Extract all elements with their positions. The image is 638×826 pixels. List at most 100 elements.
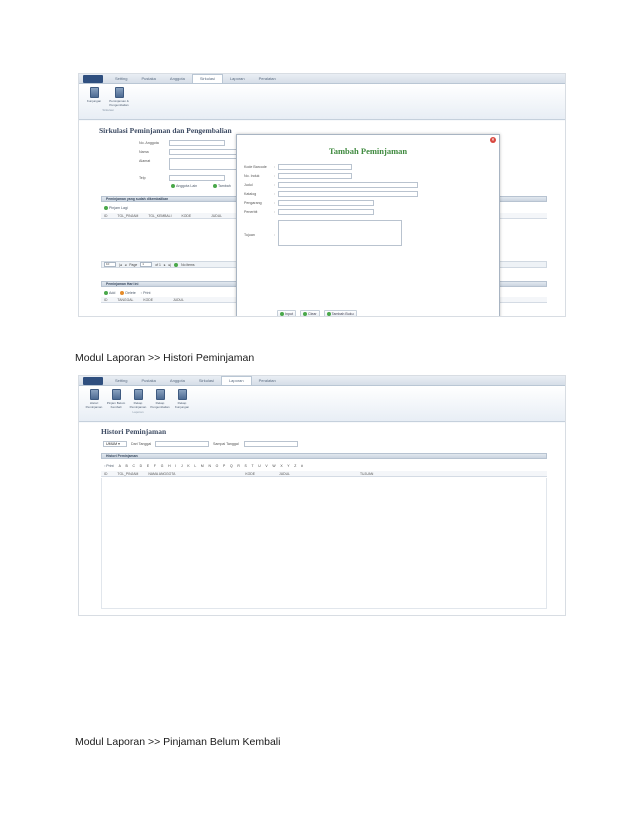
dialog-title: Tambah Peminjaman bbox=[328, 146, 408, 156]
app-menu-button[interactable] bbox=[83, 376, 103, 385]
panel-histori-header: Histori Peminjaman bbox=[101, 453, 547, 459]
peminjaman-pengembalian-button[interactable]: Peminjaman & Pengembalian bbox=[105, 87, 133, 107]
pager-status: No items bbox=[181, 262, 195, 267]
tab-setting[interactable]: Setting bbox=[108, 376, 134, 386]
tab-anggota[interactable]: Anggota bbox=[163, 376, 192, 386]
kunjungan-button[interactable]: Kunjungan bbox=[83, 87, 105, 107]
alamat-input[interactable] bbox=[169, 158, 239, 170]
rekap-kunjungan-label: Rekap Kunjungan bbox=[174, 401, 190, 409]
refresh-icon[interactable] bbox=[174, 262, 179, 267]
last-page-icon[interactable]: ▸| bbox=[169, 263, 172, 267]
caption-histori: Modul Laporan >> Histori Peminjaman bbox=[75, 352, 255, 364]
menu-bar: Setting Pustaka Anggota Sirkulasi Lapora… bbox=[79, 74, 565, 84]
column-tgl-pinjam[interactable]: TGL_PINJAM bbox=[117, 472, 138, 476]
colon: : bbox=[274, 183, 275, 187]
pinjam-belum-kembali-button[interactable]: Pinjam Belum Kembali bbox=[105, 389, 127, 409]
tab-peralatan[interactable]: Peralatan bbox=[252, 376, 283, 386]
column-tgl-pinjam[interactable]: TGL_PINJAM bbox=[117, 214, 138, 218]
book-icon bbox=[89, 87, 99, 98]
input-button[interactable]: Input bbox=[277, 310, 296, 316]
label-dari-tanggal: Dari Tanggal bbox=[131, 442, 152, 446]
page-of-label: of 1 bbox=[155, 262, 161, 267]
column-id[interactable]: ID bbox=[104, 472, 107, 476]
telp-input[interactable] bbox=[169, 175, 225, 181]
alphabet-filter[interactable]: A B C D E F G H I J K L M N O P Q R S T … bbox=[119, 464, 305, 468]
tambah-button[interactable]: Tambah bbox=[213, 184, 231, 188]
kode-barcode-input[interactable] bbox=[278, 164, 352, 170]
add-label: Add bbox=[109, 290, 116, 295]
penerbit-input[interactable] bbox=[278, 209, 374, 215]
book-icon bbox=[111, 389, 121, 400]
page-size-select[interactable]: 10 bbox=[104, 262, 116, 267]
rekap-peminjaman-button[interactable]: Rekap Peminjaman bbox=[127, 389, 149, 409]
anggota-lain-button[interactable]: Anggota Lain bbox=[171, 184, 197, 188]
column-tgl-kembali[interactable]: TGL_KEMBALI bbox=[148, 214, 171, 218]
tujuan-textarea[interactable] bbox=[278, 220, 402, 246]
delete-icon bbox=[120, 290, 125, 295]
column-judul[interactable]: JUDUL bbox=[279, 472, 290, 476]
book-icon bbox=[89, 389, 99, 400]
tab-laporan[interactable]: Laporan bbox=[223, 74, 252, 84]
column-tanggal[interactable]: TANGGAL bbox=[117, 298, 133, 302]
dari-tanggal-input[interactable] bbox=[155, 441, 209, 447]
tab-sirkulasi[interactable]: Sirkulasi bbox=[191, 74, 223, 83]
sampai-tanggal-input[interactable] bbox=[244, 441, 298, 447]
next-page-icon[interactable]: ▸ bbox=[164, 263, 166, 267]
delete-button[interactable]: Delete bbox=[120, 290, 136, 295]
column-tujuan[interactable]: TUJUAN bbox=[360, 472, 373, 476]
page-input[interactable]: 1 bbox=[140, 262, 153, 267]
menu-bar: Setting Pustaka Anggota Sirkulasi Lapora… bbox=[79, 376, 565, 386]
colon: : bbox=[274, 165, 275, 169]
rekap-kunjungan-button[interactable]: Rekap Kunjungan bbox=[171, 389, 193, 409]
ribbon: Histori Peminjaman Pinjam Belum Kembali … bbox=[79, 386, 565, 422]
tab-anggota[interactable]: Anggota bbox=[163, 74, 192, 84]
column-id[interactable]: ID bbox=[104, 214, 107, 218]
caption-pinjaman-belum-kembali: Modul Laporan >> Pinjaman Belum Kembali bbox=[75, 736, 281, 748]
histori-columns: ID TGL_PINJAM NAMA ANGGOTA KODE JUDUL TU… bbox=[101, 471, 547, 477]
column-kode[interactable]: KODE bbox=[245, 472, 255, 476]
column-judul[interactable]: JUDUL bbox=[173, 298, 184, 302]
filter-select[interactable]: UMUM ▾ bbox=[103, 441, 127, 447]
column-kode[interactable]: KODE bbox=[182, 214, 192, 218]
nama-input[interactable] bbox=[169, 149, 239, 155]
add-button[interactable]: Add bbox=[104, 290, 116, 295]
column-nama-anggota[interactable]: NAMA ANGGOTA bbox=[148, 472, 175, 476]
screenshot-histori: Setting Pustaka Anggota Sirkulasi Lapora… bbox=[78, 375, 566, 616]
kunjungan-label: Kunjungan bbox=[86, 99, 102, 103]
tab-setting[interactable]: Setting bbox=[108, 74, 134, 84]
column-kode[interactable]: KODE bbox=[143, 298, 153, 302]
label-no-induk: No. Induk bbox=[244, 174, 260, 178]
histori-peminjaman-button[interactable]: Histori Peminjaman bbox=[83, 389, 105, 409]
tab-laporan[interactable]: Laporan bbox=[220, 376, 252, 385]
label-no-anggota: No. Anggota bbox=[139, 141, 159, 145]
clear-button[interactable]: Clear bbox=[300, 310, 320, 316]
pinjam-lagi-button[interactable]: Pinjam Lagi bbox=[104, 205, 128, 210]
app-menu-button[interactable] bbox=[83, 74, 103, 83]
tab-pustaka[interactable]: Pustaka bbox=[134, 74, 162, 84]
katalog-input[interactable] bbox=[278, 191, 418, 197]
label-telp: Telp bbox=[139, 176, 146, 180]
column-id[interactable]: ID bbox=[104, 298, 107, 302]
no-anggota-input[interactable] bbox=[169, 140, 225, 146]
rekap-pengembalian-button[interactable]: Rekap Pengembalian bbox=[149, 389, 171, 409]
refresh-icon bbox=[104, 205, 108, 210]
ribbon-group-label: Laporan bbox=[132, 410, 144, 415]
print-button[interactable]: ▫ Print bbox=[141, 291, 151, 295]
ribbon-group-sirkulasi: Kunjungan Peminjaman & Pengembalian Sirk… bbox=[83, 87, 133, 119]
page-label: Page bbox=[129, 262, 138, 267]
tab-sirkulasi[interactable]: Sirkulasi bbox=[192, 376, 221, 386]
first-page-icon[interactable]: |◂ bbox=[119, 263, 122, 267]
judul-input[interactable] bbox=[278, 182, 418, 188]
label-tujuan: Tujuan bbox=[244, 233, 255, 237]
close-icon[interactable]: × bbox=[490, 137, 496, 143]
tambah-buku-button[interactable]: Tambah Buku bbox=[323, 310, 357, 316]
pinjam-lagi-label: Pinjam Lagi bbox=[109, 205, 128, 210]
tab-peralatan[interactable]: Peralatan bbox=[252, 74, 283, 84]
no-induk-input[interactable] bbox=[278, 173, 352, 179]
tab-pustaka[interactable]: Pustaka bbox=[134, 376, 162, 386]
print-button[interactable]: ▫ Print bbox=[104, 464, 114, 468]
add-icon bbox=[104, 290, 108, 295]
column-judul[interactable]: JUDUL bbox=[211, 214, 222, 218]
pengarang-input[interactable] bbox=[278, 200, 374, 206]
prev-page-icon[interactable]: ◂ bbox=[125, 263, 127, 267]
